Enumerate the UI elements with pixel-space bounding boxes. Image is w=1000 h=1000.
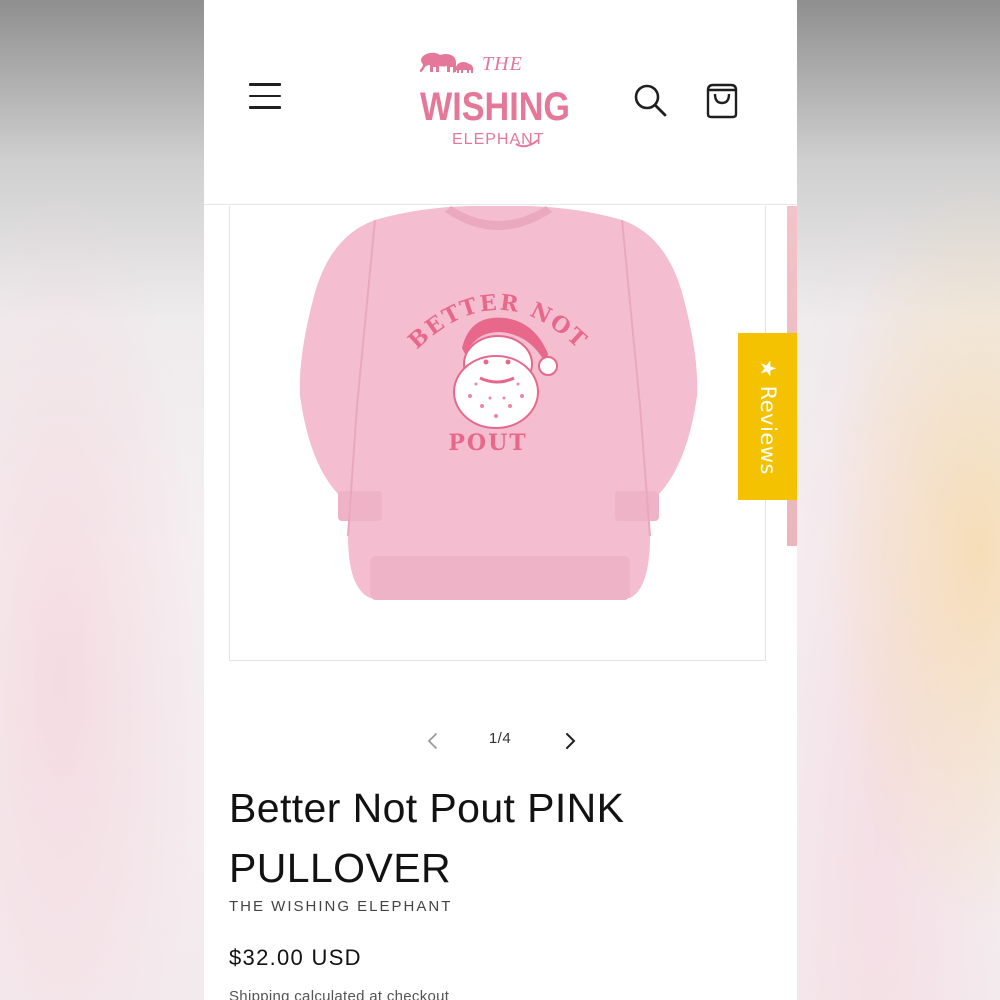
product-price: $32.00 USD — [229, 945, 362, 970]
store-page: THE WISHING ELEPHANT BETTER NOT POUT 1/4… — [204, 0, 797, 1000]
shipping-note[interactable]: Shipping calculated at checkout — [229, 988, 449, 1000]
sweatshirt-image: BETTER NOT POUT — [299, 206, 698, 600]
store-logo[interactable]: THE WISHING ELEPHANT — [416, 40, 576, 160]
logo-wishing: WISHING — [420, 85, 570, 129]
logo-the: THE — [482, 53, 523, 75]
pager-count: 1/4 — [488, 730, 512, 747]
product-image[interactable]: BETTER NOT POUT — [229, 206, 766, 661]
reviews-label: Reviews — [755, 385, 780, 475]
product-title: Better Not Pout PINK PULLOVER — [229, 785, 625, 891]
chevron-left-icon[interactable] — [421, 728, 445, 754]
gallery-pager: 1/4 — [204, 726, 797, 756]
background-left — [0, 180, 205, 1000]
elephant-icon — [419, 52, 456, 72]
reviews-tab[interactable]: ★ Reviews — [738, 333, 797, 500]
search-icon[interactable] — [632, 82, 668, 118]
site-header: THE WISHING ELEPHANT — [204, 0, 797, 205]
background-right — [795, 180, 1000, 1000]
hamburger-menu-icon[interactable] — [249, 83, 285, 113]
chevron-right-icon[interactable] — [558, 728, 582, 754]
product-vendor: THE WISHING ELEPHANT — [229, 898, 453, 915]
star-icon: ★ — [755, 358, 780, 378]
cart-icon[interactable] — [703, 80, 741, 120]
print-bottom-text: POUT — [448, 430, 527, 456]
product-gallery: BETTER NOT POUT 1/4 — [204, 206, 797, 766]
